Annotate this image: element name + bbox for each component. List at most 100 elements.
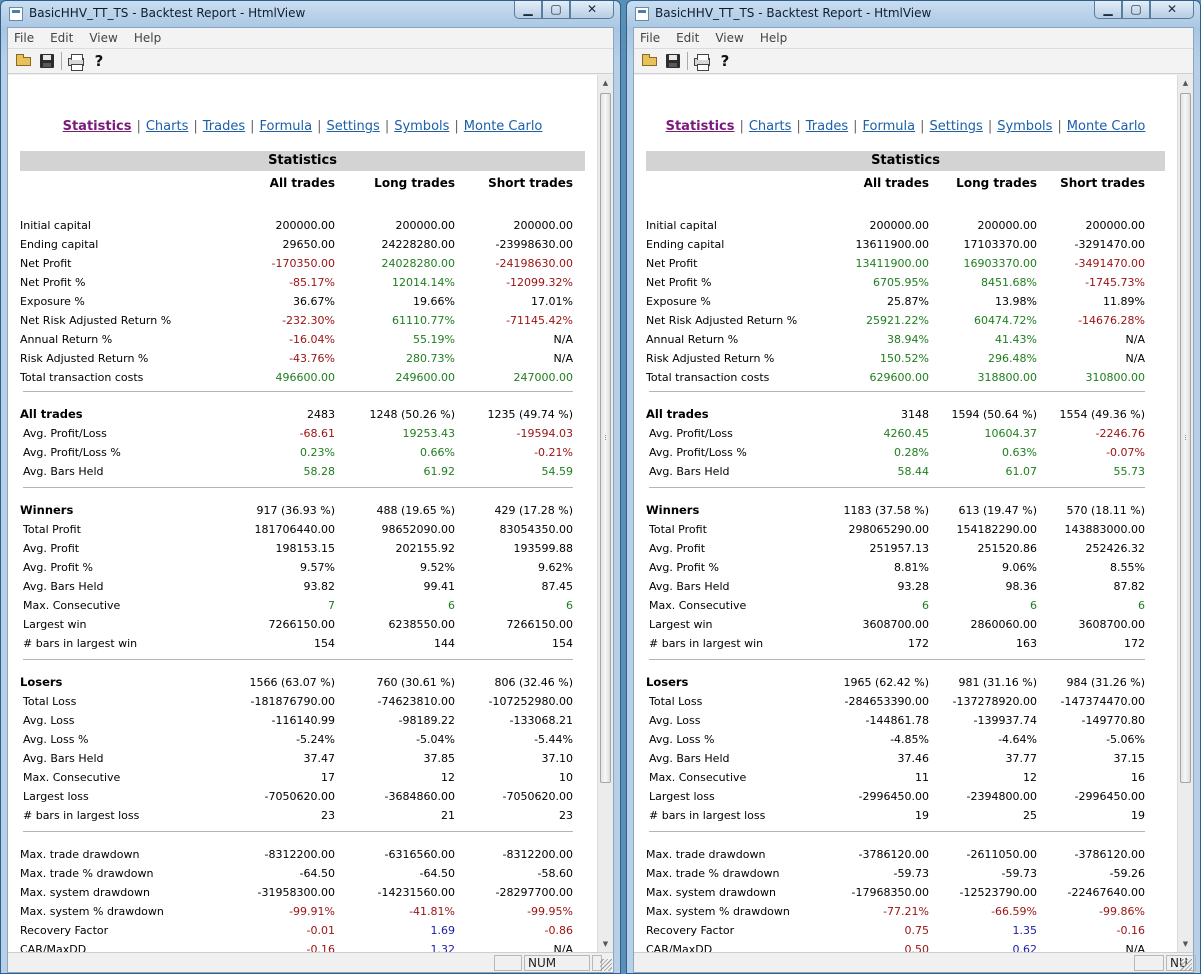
stat-label: Avg. Profit/Loss bbox=[649, 427, 733, 440]
open-button[interactable] bbox=[14, 51, 34, 71]
stat-row: CAR/MaxDD 0.50 0.62 N/A bbox=[634, 940, 1177, 952]
section-divider bbox=[649, 487, 1145, 488]
stat-label: Net Profit bbox=[646, 257, 698, 270]
stat-label: Largest loss bbox=[23, 790, 89, 803]
stat-value: 55.73 bbox=[1113, 465, 1146, 478]
app-icon[interactable] bbox=[9, 7, 23, 21]
menu-file[interactable]: File bbox=[640, 31, 660, 45]
help-icon: ? bbox=[720, 52, 730, 70]
stat-label: # bars in largest loss bbox=[23, 809, 140, 822]
nav-link-symbols[interactable]: Symbols bbox=[394, 119, 449, 134]
stat-value: 200000.00 bbox=[1085, 219, 1146, 232]
nav-link-symbols[interactable]: Symbols bbox=[997, 119, 1052, 134]
stat-value: N/A bbox=[553, 943, 573, 952]
stat-value: -12523790.00 bbox=[959, 886, 1037, 899]
menu-view[interactable]: View bbox=[89, 31, 117, 45]
menu-help[interactable]: Help bbox=[134, 31, 161, 45]
scroll-down-arrow[interactable]: ▼ bbox=[1178, 936, 1193, 952]
title-bar[interactable]: BasicHHV_TT_TS - Backtest Report - HtmlV… bbox=[627, 1, 1200, 27]
stat-value: -3291470.00 bbox=[1074, 238, 1145, 251]
stat-value: 200000.00 bbox=[869, 219, 930, 232]
window-title: BasicHHV_TT_TS - Backtest Report - HtmlV… bbox=[29, 6, 306, 20]
stat-label: Winners bbox=[20, 503, 74, 517]
scroll-down-arrow[interactable]: ▼ bbox=[598, 936, 613, 952]
nav-link-monte-carlo[interactable]: Monte Carlo bbox=[1067, 119, 1146, 134]
stat-row: Largest win 3608700.00 2860060.00 3608700.0… bbox=[634, 615, 1177, 634]
menu-view[interactable]: View bbox=[715, 31, 743, 45]
report-content[interactable]: Statistics | Charts | Trades | Formula | Setting… bbox=[634, 75, 1177, 952]
minimize-button[interactable]: ▁ bbox=[1094, 1, 1122, 19]
save-button[interactable] bbox=[663, 51, 683, 71]
nav-link-trades[interactable]: Trades bbox=[806, 119, 848, 134]
stat-row: Total Profit 298065290.00 154182290.00 1438… bbox=[634, 520, 1177, 539]
scroll-thumb[interactable] bbox=[600, 93, 611, 783]
menu-help[interactable]: Help bbox=[760, 31, 787, 45]
nav-link-statistics[interactable]: Statistics bbox=[63, 119, 132, 134]
help-button[interactable]: ? bbox=[715, 51, 735, 71]
stat-value: 1248 (50.26 %) bbox=[369, 408, 455, 421]
stat-value: -4.64% bbox=[998, 733, 1037, 746]
help-icon: ? bbox=[94, 52, 104, 70]
menu-edit[interactable]: Edit bbox=[50, 31, 73, 45]
stat-row: All trades 3148 1594 (50.64 %) 1554 (49.36 … bbox=[634, 405, 1177, 424]
menu-file[interactable]: File bbox=[14, 31, 34, 45]
stat-label: Total Loss bbox=[649, 695, 703, 708]
vertical-scrollbar[interactable]: ▲ ▼ bbox=[597, 75, 613, 952]
scroll-thumb[interactable] bbox=[1180, 93, 1191, 783]
stat-value: -71145.42% bbox=[506, 314, 573, 327]
stat-label: Max. system % drawdown bbox=[646, 905, 790, 918]
open-button[interactable] bbox=[640, 51, 660, 71]
toolbar-separator bbox=[61, 52, 62, 70]
stat-value: 25 bbox=[1023, 809, 1037, 822]
stat-label: Net Risk Adjusted Return % bbox=[20, 314, 172, 327]
stat-row: Avg. Loss % -4.85% -4.64% -5.06% bbox=[634, 730, 1177, 749]
title-bar[interactable]: BasicHHV_TT_TS - Backtest Report - HtmlV… bbox=[1, 1, 620, 27]
stat-label: Initial capital bbox=[646, 219, 717, 232]
print-button[interactable] bbox=[692, 51, 712, 71]
scroll-up-arrow[interactable]: ▲ bbox=[598, 75, 613, 91]
stat-row: Net Profit % 6705.95% 8451.68% -1745.73% bbox=[634, 273, 1177, 292]
stat-value: 61.92 bbox=[423, 465, 456, 478]
nav-separator: | bbox=[739, 119, 744, 134]
nav-link-settings[interactable]: Settings bbox=[929, 119, 982, 134]
maximize-button[interactable]: ▢ bbox=[1122, 1, 1150, 19]
minimize-button[interactable]: ▁ bbox=[514, 1, 542, 19]
resize-grip[interactable] bbox=[600, 959, 612, 971]
nav-link-trades[interactable]: Trades bbox=[203, 119, 245, 134]
stat-value: 1.35 bbox=[1012, 924, 1038, 937]
stat-value: 37.85 bbox=[423, 752, 456, 765]
scroll-up-arrow[interactable]: ▲ bbox=[1178, 75, 1193, 91]
stat-value: 0.28% bbox=[894, 446, 929, 459]
nav-link-settings[interactable]: Settings bbox=[326, 119, 379, 134]
nav-link-charts[interactable]: Charts bbox=[749, 119, 792, 134]
stat-value: 12014.14% bbox=[392, 276, 455, 289]
close-button[interactable]: ✕ bbox=[570, 1, 614, 19]
help-button[interactable]: ? bbox=[89, 51, 109, 71]
stat-value: -19594.03 bbox=[516, 427, 573, 440]
nav-separator: | bbox=[987, 119, 993, 134]
stat-row: Ending capital 29650.00 24228280.00 -239986… bbox=[8, 235, 597, 254]
stat-row: # bars in largest win 172 163 172 bbox=[634, 634, 1177, 653]
nav-link-formula[interactable]: Formula bbox=[260, 119, 313, 134]
nav-link-formula[interactable]: Formula bbox=[863, 119, 916, 134]
nav-link-statistics[interactable]: Statistics bbox=[666, 119, 735, 134]
app-icon[interactable] bbox=[635, 7, 649, 21]
save-button[interactable] bbox=[37, 51, 57, 71]
stat-value: 61.07 bbox=[1005, 465, 1038, 478]
print-button[interactable] bbox=[66, 51, 86, 71]
vertical-scrollbar[interactable]: ▲ ▼ bbox=[1177, 75, 1193, 952]
stat-label: Avg. Bars Held bbox=[649, 580, 730, 593]
stat-value: 99.41 bbox=[423, 580, 456, 593]
stat-row: Net Profit 13411900.00 16903370.00 -3491470… bbox=[634, 254, 1177, 273]
menu-edit[interactable]: Edit bbox=[676, 31, 699, 45]
stat-value: 93.82 bbox=[303, 580, 336, 593]
stat-value: 3608700.00 bbox=[1078, 618, 1145, 631]
stat-value: N/A bbox=[1125, 333, 1145, 346]
resize-grip[interactable] bbox=[1180, 959, 1192, 971]
report-content[interactable]: Statistics | Charts | Trades | Formula | Setting… bbox=[8, 75, 597, 952]
nav-link-monte-carlo[interactable]: Monte Carlo bbox=[464, 119, 543, 134]
maximize-button[interactable]: ▢ bbox=[542, 1, 570, 19]
stat-label: Losers bbox=[20, 675, 63, 689]
close-button[interactable]: ✕ bbox=[1150, 1, 1194, 19]
nav-link-charts[interactable]: Charts bbox=[146, 119, 189, 134]
